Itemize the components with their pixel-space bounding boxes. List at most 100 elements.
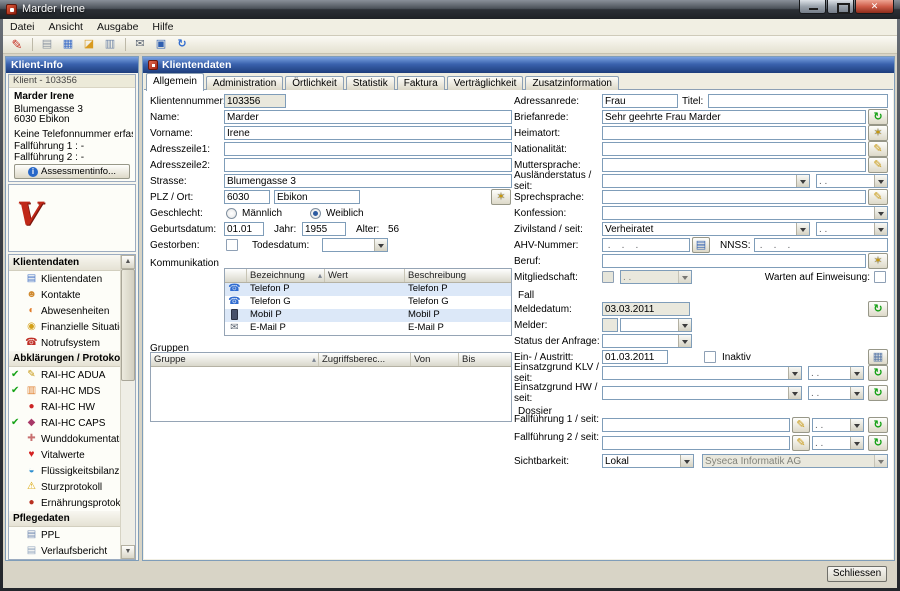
menu-datei[interactable]: Datei [3,19,42,35]
einsatzgrund-klv-seit-select[interactable]: . . [808,366,864,380]
einsatzgrund-hw-refresh-icon[interactable] [868,385,888,401]
maximize-button[interactable] [827,0,854,14]
bezeichnung-column-header[interactable]: Bezeichnung [247,269,325,282]
adresszeile1-field[interactable] [224,142,512,156]
window-icon[interactable] [100,37,120,53]
maennlich-radio[interactable] [226,208,237,219]
scroll-up-icon[interactable] [121,255,135,269]
fallfuehrung2-field[interactable] [602,436,790,450]
nav-scrollbar[interactable] [120,255,135,559]
save-icon[interactable] [151,37,171,53]
schliessen-button[interactable]: Schliessen [827,566,887,582]
einsatzgrund-hw-seit-select[interactable]: . . [808,386,864,400]
ein-austritt-field[interactable]: 01.03.2011 [602,350,668,364]
scroll-down-icon[interactable] [121,545,135,559]
menu-ansicht[interactable]: Ansicht [42,19,90,35]
auslaenderstatus-select[interactable] [602,174,810,188]
ort-field[interactable]: Ebikon [274,190,360,204]
nav-section-abklaerungen[interactable]: Abklärungen / Protokolle [9,351,120,367]
tab-vertraeglichkeit[interactable]: Verträglichkeit [447,76,524,90]
titel-field[interactable] [708,94,888,108]
beruf-wand-icon[interactable] [868,253,888,269]
tab-faktura[interactable]: Faktura [397,76,445,90]
nav-item-klientendaten[interactable]: Klientendaten [9,271,120,287]
table-row[interactable]: Telefon G Telefon G [225,296,511,309]
briefanrede-refresh-icon[interactable] [868,109,888,125]
nav-item-verlaufsbericht[interactable]: Verlaufsbericht [9,543,120,559]
menu-ausgabe[interactable]: Ausgabe [90,19,145,35]
tab-zusatzinformation[interactable]: Zusatzinformation [525,76,618,90]
einsatzgrund-hw-select[interactable] [602,386,802,400]
minimize-button[interactable] [799,0,826,14]
nav-item-sturzprotokoll[interactable]: Sturzprotokoll [9,479,120,495]
scroll-thumb[interactable] [121,269,135,381]
sprechsprache-edit-icon[interactable] [868,189,888,205]
plz-lookup-wand-icon[interactable] [491,189,511,205]
ein-austritt-grid-icon[interactable] [868,349,888,365]
nav-item-rai-hc-caps[interactable]: RAI-HC CAPS [9,415,120,431]
konfession-select[interactable] [602,206,888,220]
einsatzgrund-klv-select[interactable] [602,366,802,380]
briefanrede-field[interactable]: Sehr geehrte Frau Marder [602,110,866,124]
zivilstand-select[interactable]: Verheiratet [602,222,810,236]
nav-item-kontakte[interactable]: Kontakte [9,287,120,303]
nav-item-wunddokumentation[interactable]: Wunddokumentation [9,431,120,447]
heimatort-wand-icon[interactable] [868,125,888,141]
red-pen-icon[interactable] [7,37,27,53]
icon-column-header[interactable] [225,269,247,282]
muttersprache-edit-icon[interactable] [868,157,888,173]
weiblich-radio[interactable] [310,208,321,219]
beruf-field[interactable] [602,254,866,268]
assessment-info-button[interactable]: Assessmentinfo... [14,164,130,179]
fallfuehrung2-refresh-icon[interactable] [868,435,888,451]
table-row[interactable]: Telefon P Telefon P [225,283,511,296]
nav-section-pflegedaten[interactable]: Pflegedaten [9,511,120,527]
title-bar[interactable]: Marder Irene [0,0,900,19]
adresszeile2-field[interactable] [224,158,512,172]
muttersprache-field[interactable] [602,158,866,172]
warten-checkbox[interactable] [874,271,886,283]
mitgliedschaft-checkbox[interactable] [602,271,614,283]
fallfuehrung2-seit-select[interactable]: . . [812,436,864,450]
nationalitaet-edit-icon[interactable] [868,141,888,157]
geburtsdatum-field[interactable]: 01.01 [224,222,264,236]
nav-item-fluessigkeitsbilanz[interactable]: Flüssigkeitsbilanz [9,463,120,479]
jahr-field[interactable]: 1955 [302,222,346,236]
auslaenderstatus-seit-select[interactable]: . . [816,174,888,188]
nationalitaet-field[interactable] [602,142,866,156]
nav-item-rai-hc-hw[interactable]: RAI-HC HW [9,399,120,415]
nav-item-rai-hc-mds[interactable]: RAI-HC MDS [9,383,120,399]
vorname-field[interactable]: Irene [224,126,512,140]
tab-statistik[interactable]: Statistik [346,76,395,90]
nav-section-klientendaten[interactable]: Klientendaten [9,255,120,271]
fallfuehrung1-field[interactable] [602,418,790,432]
table-row[interactable]: Mobil P Mobil P [225,309,511,322]
adressanrede-field[interactable]: Frau [602,94,678,108]
refresh-icon[interactable] [172,37,192,53]
ahv-lookup-icon[interactable] [692,237,710,253]
menu-hilfe[interactable]: Hilfe [145,19,180,35]
name-field[interactable]: Marder [224,110,512,124]
sichtbarkeit-select[interactable]: Lokal [602,454,694,468]
nav-item-notrufsystem[interactable]: Notrufsystem [9,335,120,351]
zugriff-column-header[interactable]: Zugriffsberec... [319,353,411,366]
bis-column-header[interactable]: Bis [459,353,509,366]
close-button[interactable] [855,0,894,14]
nav-item-ppl[interactable]: PPL [9,527,120,543]
melder-select[interactable] [620,318,692,332]
inaktiv-checkbox[interactable] [704,351,716,363]
gruppe-column-header[interactable]: Gruppe [151,353,319,366]
nav-item-ernaehrungsprotokoll[interactable]: Ernährungsprotokoll [9,495,120,511]
wert-column-header[interactable]: Wert [325,269,405,282]
einsatzgrund-klv-refresh-icon[interactable] [868,365,888,381]
nav-item-vitalwerte[interactable]: Vitalwerte [9,447,120,463]
fallfuehrung2-edit-icon[interactable] [792,435,810,451]
zivilstand-seit-select[interactable]: . . [816,222,888,236]
beschreibung-column-header[interactable]: Beschreibung [405,269,509,282]
status-anfrage-select[interactable] [602,334,692,348]
notes-icon[interactable] [37,37,57,53]
fallfuehrung1-edit-icon[interactable] [792,417,810,433]
nav-item-rai-hc-adua[interactable]: RAI-HC ADUA [9,367,120,383]
sprechsprache-field[interactable] [602,190,866,204]
tab-allgemein[interactable]: Allgemein [146,73,204,91]
